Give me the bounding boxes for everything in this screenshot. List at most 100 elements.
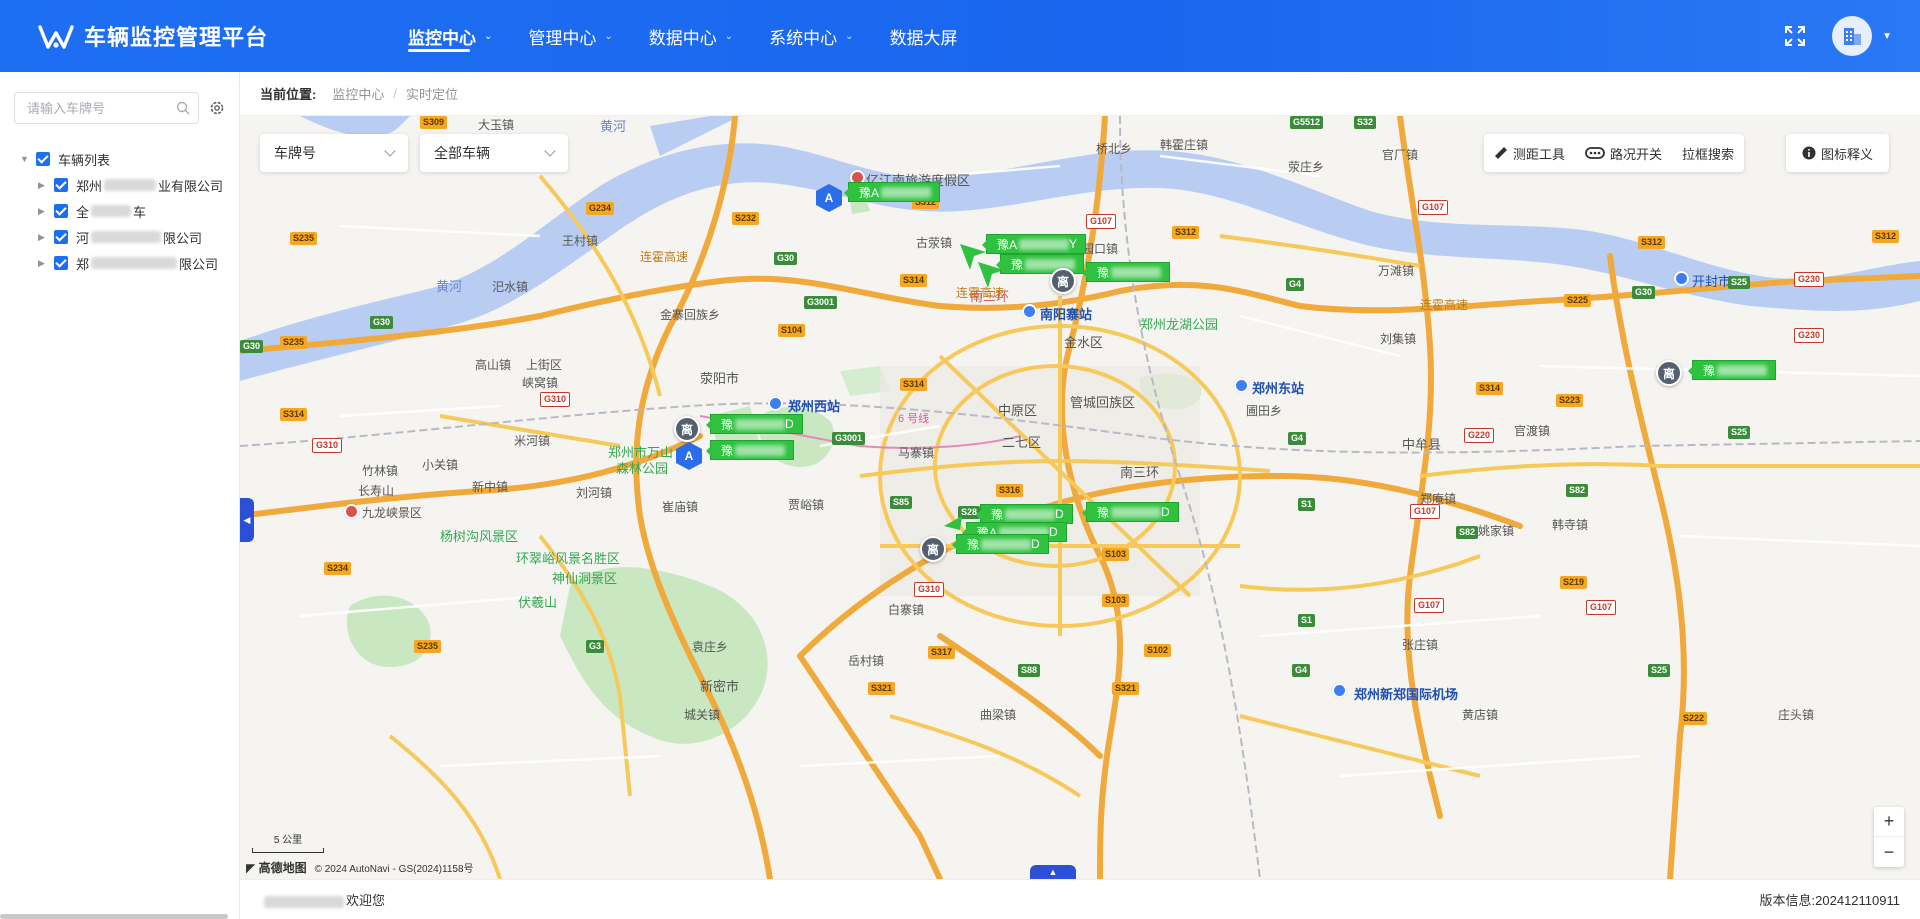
search-icon[interactable] [176, 101, 190, 115]
map-town-label: 姚家镇 [1478, 524, 1515, 538]
map-park-label: 神仙洞景区 [552, 571, 618, 586]
caret-right-icon[interactable]: ▶ [38, 206, 48, 217]
map-district-label: 金水区 [1064, 335, 1104, 350]
road-shield: S102 [1144, 644, 1172, 657]
vehicle-plate-text: 豫 [991, 507, 1004, 522]
caret-down-icon[interactable]: ▼ [20, 154, 30, 164]
expand-sidebar-button[interactable]: ◀ [240, 498, 254, 542]
map-town-label: 古荥镇 [916, 236, 953, 250]
zoom-out-button[interactable]: − [1874, 837, 1904, 867]
scenic-spot-icon[interactable] [344, 504, 359, 519]
road-shield: S25 [1728, 426, 1751, 439]
header-actions: ▼ [1784, 16, 1892, 56]
road-shield: G30 [774, 252, 798, 265]
plate-select[interactable]: 车牌号 [260, 134, 408, 172]
road-shield: G5512 [1290, 116, 1324, 129]
nav-label: 数据中心 [648, 28, 717, 48]
vehicle-scope-select-value: 全部车辆 [434, 145, 490, 161]
measure-tool-button[interactable]: 测距工具 [1484, 134, 1575, 172]
traffic-toggle-button[interactable]: 路况开关 [1575, 134, 1672, 172]
tree-company-item[interactable]: ▶ 全 车 [20, 198, 223, 224]
city-icon[interactable] [1674, 271, 1689, 286]
map-town-label: 新密市 [700, 679, 740, 694]
road-shield: S1 [1298, 498, 1316, 511]
traffic-icon [1585, 147, 1605, 159]
vehicle-plate-tag[interactable]: 豫 [1687, 360, 1777, 380]
map-base [240, 116, 1920, 879]
tree-company-item[interactable]: ▶ 郑州 业有限公司 [20, 172, 223, 198]
caret-down-icon[interactable]: ▼ [1882, 31, 1892, 42]
nav-data-screen[interactable]: 数据大屏 [872, 0, 976, 72]
app-logo[interactable]: 车辆监控管理平台 [38, 20, 390, 52]
vehicle-plate-tag[interactable]: 豫D [1082, 502, 1179, 522]
gear-icon[interactable] [208, 99, 226, 117]
vehicle-plate-tag[interactable]: 豫 [705, 440, 795, 460]
tree-company-item[interactable]: ▶ 河 限公司 [20, 224, 223, 250]
vehicle-plate-tag[interactable]: 豫A Y [981, 234, 1087, 254]
checkbox[interactable] [54, 256, 68, 270]
expand-bottom-panel-button[interactable]: ▲ [1030, 865, 1076, 879]
checkbox[interactable] [54, 178, 68, 192]
airport-icon[interactable] [1332, 683, 1347, 698]
map-town-label: 岳村镇 [848, 654, 885, 668]
vehicle-status-offline-icon[interactable]: 离 [1050, 268, 1076, 294]
legend-button[interactable]: 图标释义 [1792, 134, 1883, 172]
road-shield: S223 [1556, 394, 1584, 407]
box-search-button[interactable]: 拉框搜索 [1672, 134, 1744, 172]
caret-right-icon[interactable]: ▶ [38, 258, 48, 269]
map-town-label: 大玉镇 [478, 118, 515, 132]
horizontal-scrollbar[interactable] [0, 914, 228, 919]
vehicle-plate-text: 豫 [967, 537, 980, 552]
road-shield: S314 [280, 408, 308, 421]
caret-right-icon[interactable]: ▶ [38, 232, 48, 243]
road-shield: S25 [1728, 276, 1751, 289]
vehicle-plate-text: D [785, 417, 794, 431]
avatar[interactable] [1832, 16, 1873, 56]
train-station-icon[interactable] [1234, 378, 1249, 393]
map-town-label: 圃田乡 [1246, 404, 1283, 418]
chevron-down-icon: ⌄ [484, 30, 493, 42]
vehicle-plate-tag[interactable]: 豫D [706, 414, 803, 434]
map-town-label: 王村镇 [562, 234, 599, 248]
vehicle-plate-text: D [1055, 507, 1064, 521]
vehicle-status-offline-icon[interactable]: 离 [1656, 360, 1682, 386]
zoom-in-button[interactable]: + [1874, 807, 1904, 837]
vehicle-scope-select[interactable]: 全部车辆 [420, 134, 568, 172]
checkbox[interactable] [36, 152, 50, 166]
road-shield: G30 [1632, 286, 1656, 299]
vehicle-status-offline-icon[interactable]: 离 [674, 416, 700, 442]
road-shield: G3001 [832, 432, 866, 445]
road-shield: G3 [586, 640, 605, 653]
caret-right-icon[interactable]: ▶ [38, 180, 48, 191]
checkbox[interactable] [54, 230, 68, 244]
breadcrumb-item-monitor[interactable]: 监控中心 [332, 84, 384, 103]
map-town-label: 长寿山 [358, 484, 395, 498]
nav-system-center[interactable]: 系统中心 ⌄ [751, 0, 871, 72]
train-station-icon[interactable] [1022, 304, 1037, 319]
breadcrumb-item-location: 实时定位 [405, 87, 458, 102]
plate-search-input[interactable] [15, 93, 165, 123]
vehicle-plate-tag[interactable]: 豫 [1081, 262, 1171, 282]
company-label-suffix: 业有限公司 [158, 178, 224, 194]
nav-monitor-center[interactable]: 监控中心 ⌄ [390, 0, 510, 72]
train-station-icon[interactable] [768, 396, 783, 411]
nav-management-center[interactable]: 管理中心 ⌄ [510, 0, 630, 72]
nav-data-center[interactable]: 数据中心 ⌄ [631, 0, 751, 72]
road-shield: S225 [1564, 294, 1592, 307]
vehicle-plate-tag[interactable]: 豫D [976, 504, 1073, 524]
road-shield: S1 [1298, 614, 1316, 627]
vehicle-plate-text: 豫 [1097, 265, 1110, 280]
checkbox[interactable] [54, 204, 68, 218]
vehicle-plate-text: 豫A [997, 237, 1018, 252]
fullscreen-icon[interactable] [1784, 25, 1806, 47]
map-town-label: 米河镇 [514, 434, 551, 448]
amap-logo[interactable]: ◤ 高德地图 [246, 859, 307, 876]
tree-root[interactable]: ▼ 车辆列表 [20, 146, 223, 172]
vehicle-plate-tag[interactable]: 豫D [952, 534, 1049, 554]
tree-company-item[interactable]: ▶ 郑 限公司 [20, 250, 223, 276]
map-station-label: 南阳寨站 [1040, 307, 1093, 322]
vehicle-plate-tag[interactable]: 豫A [843, 182, 941, 202]
vehicle-status-offline-icon[interactable]: 离 [920, 536, 946, 562]
map-canvas[interactable]: 大玉镇 温县 王村镇 汜水镇 上街区 峡窝镇 高山镇 荥阳市 金寨回族乡 古荥镇… [240, 116, 1920, 879]
redacted-text [91, 257, 178, 269]
